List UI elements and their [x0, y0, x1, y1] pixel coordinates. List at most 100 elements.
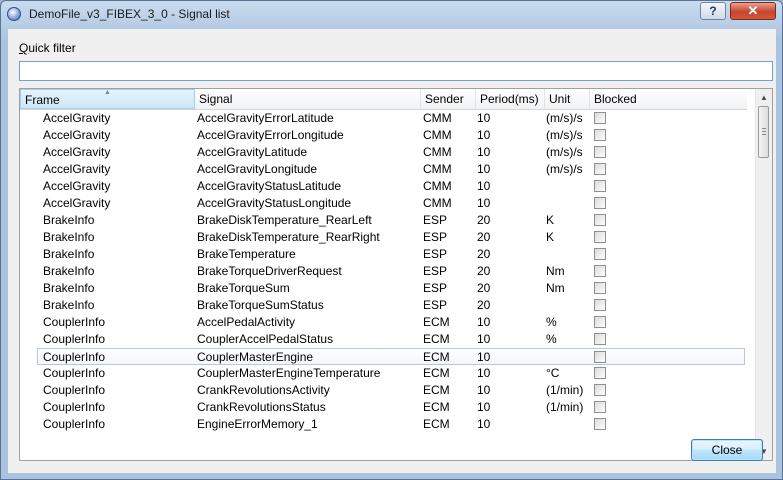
cell-signal: CrankRevolutionsActivity	[197, 383, 330, 397]
quick-filter-label-text: uick filter	[28, 41, 76, 55]
cell-signal: AccelGravityLatitude	[197, 145, 308, 159]
blocked-checkbox[interactable]	[594, 163, 606, 175]
cell-signal: BrakeDiskTemperature_RearLeft	[197, 213, 372, 227]
blocked-checkbox[interactable]	[594, 214, 606, 226]
cell-period: 10	[477, 111, 491, 125]
signal-table: ▲ Frame Signal Sender Period(ms) Unit Bl…	[19, 88, 773, 461]
blocked-checkbox[interactable]	[594, 333, 606, 345]
table-row[interactable]: CouplerInfo CouplerMasterEngineTemperatur…	[20, 365, 747, 382]
scroll-up-arrow-icon[interactable]: ▲	[756, 89, 772, 106]
table-row[interactable]: BrakeInfo BrakeTemperature ESP 20	[20, 246, 747, 263]
table-row[interactable]: AccelGravity AccelGravityStatusLatitude CM…	[20, 178, 747, 195]
blocked-checkbox[interactable]	[594, 401, 606, 413]
cell-frame: BrakeInfo	[43, 264, 95, 278]
quick-filter-mnemonic: Q	[19, 41, 29, 55]
table-row[interactable]: AccelGravity AccelGravityLongitude CMM 10 (m…	[20, 161, 747, 178]
cell-frame: AccelGravity	[43, 145, 111, 159]
cell-period: 10	[477, 128, 491, 142]
blocked-checkbox[interactable]	[594, 197, 606, 209]
table-row[interactable]: CouplerInfo AccelPedalActivity ECM 10%	[20, 314, 747, 331]
cell-signal: AccelGravityErrorLongitude	[197, 128, 344, 142]
cell-sender: ESP	[423, 264, 448, 278]
cell-frame: AccelGravity	[43, 162, 111, 176]
blocked-checkbox[interactable]	[594, 316, 606, 328]
column-header-sender[interactable]: Sender	[421, 89, 476, 109]
table-row[interactable]: CouplerInfo CrankRevolutionsActivity ECM 10…	[20, 382, 747, 399]
cell-frame: CouplerInfo	[43, 350, 106, 364]
cell-sender: CMM	[423, 162, 452, 176]
cell-signal: BrakeTorqueDriverRequest	[197, 264, 342, 278]
table-header: ▲ Frame Signal Sender Period(ms) Unit Bl…	[20, 89, 747, 110]
cell-sender: CMM	[423, 128, 452, 142]
window-title: DemoFile_v3_FIBEX_3_0 - Signal list	[29, 7, 230, 21]
column-header-unit-label: Unit	[549, 92, 571, 106]
cell-signal: BrakeDiskTemperature_RearRight	[197, 230, 380, 244]
table-row[interactable]: BrakeInfo BrakeTorqueSum ESP 20 Nm	[20, 280, 747, 297]
window-close-button[interactable]: ✕	[730, 2, 776, 20]
help-button[interactable]: ?	[700, 2, 726, 20]
blocked-checkbox[interactable]	[594, 231, 606, 243]
sort-ascending-icon: ▲	[104, 89, 111, 96]
column-header-period[interactable]: Period(ms)	[476, 89, 545, 109]
cell-sender: ESP	[423, 247, 448, 261]
blocked-checkbox[interactable]	[594, 129, 606, 141]
table-row[interactable]: CouplerInfo CrankRevolutionsStatus ECM 10 (1…	[20, 399, 747, 416]
blocked-checkbox[interactable]	[594, 248, 606, 260]
table-row[interactable]: BrakeInfo BrakeTorqueSumStatus ESP 20	[20, 297, 747, 314]
column-header-signal[interactable]: Signal	[195, 89, 421, 109]
table-row[interactable]: BrakeInfo BrakeDiskTemperature_RearRight E…	[20, 229, 747, 246]
blocked-checkbox[interactable]	[594, 265, 606, 277]
table-row[interactable]: BrakeInfo BrakeTorqueDriverRequest ESP 20 Nm	[20, 263, 747, 280]
table-row[interactable]: AccelGravity AccelGravityStatusLongitude C…	[20, 195, 747, 212]
blocked-checkbox[interactable]	[594, 367, 606, 379]
cell-period: 20	[477, 281, 491, 295]
cell-frame: AccelGravity	[43, 196, 111, 210]
column-header-blocked[interactable]: Blocked	[590, 89, 747, 109]
cell-sender: ECM	[423, 332, 450, 346]
cell-sender: ECM	[423, 400, 450, 414]
column-header-frame[interactable]: ▲ Frame	[20, 89, 195, 109]
blocked-checkbox[interactable]	[594, 384, 606, 396]
signal-list-dialog: DemoFile_v3_FIBEX_3_0 - Signal list ? ✕ …	[0, 0, 783, 480]
blocked-checkbox[interactable]	[594, 180, 606, 192]
cell-unit: (m/s)/s	[546, 111, 583, 125]
cell-period: 10	[477, 315, 491, 329]
column-header-unit[interactable]: Unit	[545, 89, 590, 109]
table-row[interactable]: AccelGravity AccelGravityErrorLongitude CM…	[20, 127, 747, 144]
cell-period: 20	[477, 298, 491, 312]
scrollbar-thumb[interactable]	[758, 106, 769, 158]
cell-unit: (m/s)/s	[546, 162, 583, 176]
cell-signal: CouplerMasterEngineTemperature	[197, 366, 381, 380]
table-row[interactable]: AccelGravity AccelGravityLatitude CMM 10 (m/…	[20, 144, 747, 161]
cell-period: 10	[477, 332, 491, 346]
cell-unit: %	[546, 315, 557, 329]
cell-sender: ESP	[423, 230, 448, 244]
table-row[interactable]: CouplerInfo EngineErrorMemory_1 ECM 10	[20, 416, 747, 433]
blocked-checkbox[interactable]	[594, 112, 606, 124]
blocked-checkbox[interactable]	[594, 351, 606, 363]
cell-frame: CouplerInfo	[43, 417, 106, 431]
cell-signal: BrakeTorqueSumStatus	[197, 298, 324, 312]
blocked-checkbox[interactable]	[594, 299, 606, 311]
cell-signal: AccelGravityStatusLatitude	[197, 179, 342, 193]
cell-unit: (m/s)/s	[546, 145, 583, 159]
table-row[interactable]: BrakeInfo BrakeDiskTemperature_RearLeft ES…	[20, 212, 747, 229]
title-bar[interactable]: DemoFile_v3_FIBEX_3_0 - Signal list ? ✕	[1, 1, 782, 29]
cell-period: 20	[477, 264, 491, 278]
column-header-blocked-label: Blocked	[594, 92, 637, 106]
cell-sender: ESP	[423, 298, 448, 312]
cell-signal: AccelGravityLongitude	[197, 162, 318, 176]
close-button[interactable]: Close	[691, 439, 763, 461]
blocked-checkbox[interactable]	[594, 146, 606, 158]
blocked-checkbox[interactable]	[594, 282, 606, 294]
blocked-checkbox[interactable]	[594, 418, 606, 430]
table-row[interactable]: AccelGravity AccelGravityErrorLatitude CMM…	[20, 110, 747, 127]
vertical-scrollbar[interactable]: ▲ ▼	[755, 89, 772, 460]
table-row-selected[interactable]: CouplerInfo CouplerMasterEngine ECM 10	[37, 348, 745, 365]
cell-frame: CouplerInfo	[43, 315, 106, 329]
quick-filter-input[interactable]	[19, 61, 773, 81]
cell-frame: CouplerInfo	[43, 332, 106, 346]
cell-signal: AccelGravityStatusLongitude	[197, 196, 352, 210]
table-row[interactable]: CouplerInfo CouplerAccelPedalStatus ECM 10%	[20, 331, 747, 348]
column-header-period-label: Period(ms)	[480, 92, 539, 106]
